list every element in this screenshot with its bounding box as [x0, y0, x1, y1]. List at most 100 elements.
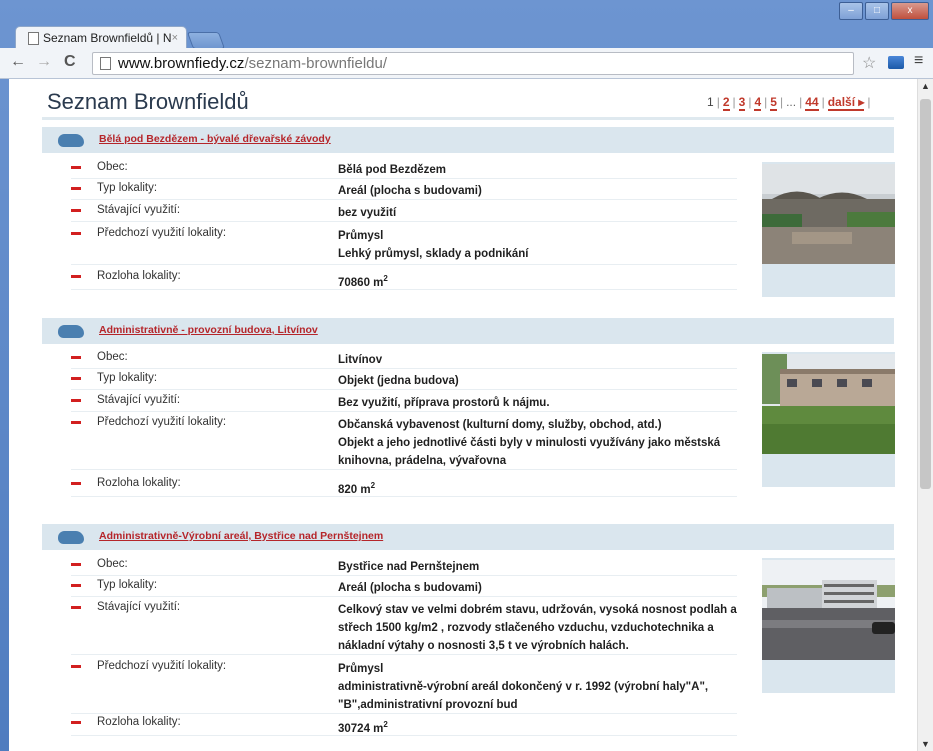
- area-value: 820 m: [338, 483, 371, 496]
- value-obec: Bystřice nad Pernštejnem: [338, 561, 480, 573]
- value-predchozi-type: Občanská vybavenost (kulturní domy, služ…: [338, 419, 662, 431]
- item-title-link[interactable]: Administrativně - provozní budova, Litví…: [99, 324, 318, 336]
- tab-close-icon[interactable]: ×: [172, 27, 178, 49]
- pager-link-2[interactable]: 2: [722, 95, 730, 111]
- pager-next[interactable]: další ▸: [827, 95, 865, 111]
- bullet-dash-icon: [71, 606, 81, 609]
- bullet-dash-icon: [71, 584, 81, 587]
- url-text: www.brownfiedy.cz/seznam-brownfieldu/: [118, 53, 387, 74]
- value-obec: Litvínov: [338, 354, 383, 366]
- locality-photo[interactable]: [762, 354, 895, 454]
- label-typ: Typ lokality:: [97, 372, 158, 384]
- page-icon: [100, 57, 111, 70]
- address-bar[interactable]: www.brownfiedy.cz/seznam-brownfieldu/: [92, 52, 854, 75]
- scroll-thumb[interactable]: [920, 99, 931, 489]
- label-typ: Typ lokality:: [97, 182, 158, 194]
- detail-row-rozloha: Rozloha lokality: 30724 m2: [71, 713, 737, 736]
- reload-icon[interactable]: C: [64, 53, 76, 71]
- value-obec: Bělá pod Bezdězem: [338, 164, 446, 176]
- value-typ: Areál (plocha s budovami): [338, 582, 482, 594]
- bookmark-star-icon[interactable]: ☆: [862, 53, 876, 73]
- pager-link-5[interactable]: 5: [770, 95, 777, 111]
- new-tab-button[interactable]: [186, 32, 226, 49]
- pager-link-4[interactable]: 4: [754, 95, 762, 111]
- value-stavajici: Bez využití, příprava prostorů k nájmu.: [338, 397, 550, 409]
- detail-row-typ: Typ lokality: Areál (plocha s budovami): [71, 576, 737, 597]
- label-rozloha: Rozloha lokality:: [97, 270, 181, 282]
- detail-row-predchozi: Předchozí využití lokality: Průmysl admini…: [71, 657, 737, 714]
- scroll-up-icon[interactable]: ▲: [921, 81, 930, 91]
- bullet-dash-icon: [71, 356, 81, 359]
- bullet-dash-icon: [71, 166, 81, 169]
- detail-row-predchozi: Předchozí využití lokality: Občanská vyba…: [71, 413, 737, 470]
- value-predchozi-type: Průmysl: [338, 663, 384, 675]
- menu-icon[interactable]: ≡: [914, 52, 923, 70]
- label-stavajici: Stávající využití:: [97, 204, 181, 216]
- url-host: www.brownfiedy.cz: [118, 55, 245, 72]
- detail-row-stavajici: Stávající využití: Celkový stav ve velmi …: [71, 598, 737, 655]
- forward-icon[interactable]: →: [36, 53, 52, 71]
- tab-title: Seznam Brownfieldů | N: [43, 31, 172, 45]
- pager-link-3[interactable]: 3: [738, 95, 746, 111]
- pager-current: 1: [707, 95, 714, 109]
- map-region-icon: [58, 531, 84, 544]
- label-predchozi: Předchozí využití lokality:: [97, 660, 227, 672]
- bullet-dash-icon: [71, 482, 81, 485]
- photo-image: [762, 560, 895, 660]
- detail-row-typ: Typ lokality: Objekt (jedna budova): [71, 369, 737, 390]
- value-rozloha: 30724 m2: [338, 716, 738, 738]
- detail-row-rozloha: Rozloha lokality: 70860 m2: [71, 267, 737, 290]
- title-divider: [42, 117, 894, 120]
- label-obec: Obec:: [97, 351, 128, 363]
- close-window-button[interactable]: x: [891, 2, 929, 20]
- label-predchozi: Předchozí využití lokality:: [97, 227, 227, 239]
- bullet-dash-icon: [71, 721, 81, 724]
- value-typ: Areál (plocha s budovami): [338, 185, 482, 197]
- detail-row-predchozi: Předchozí využití lokality: Průmysl Lehký …: [71, 224, 737, 265]
- minimize-button[interactable]: –: [839, 2, 863, 20]
- extension-icon[interactable]: [888, 56, 904, 69]
- photo-image: [762, 164, 895, 264]
- bullet-dash-icon: [71, 399, 81, 402]
- browser-tab[interactable]: Seznam Brownfieldů | N ×: [15, 26, 187, 49]
- item-header: Administrativně-Výrobní areál, Bystřice …: [42, 524, 894, 550]
- browser-toolbar: ← → C www.brownfiedy.cz/seznam-brownfiel…: [0, 48, 933, 79]
- photo-image: [762, 354, 895, 454]
- area-unit-exponent: 2: [383, 720, 388, 729]
- value-predchozi-detail: administrativně-výrobní areál dokončený …: [338, 681, 709, 711]
- locality-photo[interactable]: [762, 560, 895, 660]
- pager-ellipsis: ...: [786, 95, 797, 109]
- bullet-dash-icon: [71, 377, 81, 380]
- value-rozloha: 70860 m2: [338, 270, 738, 292]
- scroll-down-icon[interactable]: ▼: [921, 739, 930, 749]
- map-region-icon: [58, 134, 84, 147]
- detail-row-typ: Typ lokality: Areál (plocha s budovami): [71, 179, 737, 200]
- item-header: Administrativně - provozní budova, Litví…: [42, 318, 894, 344]
- area-value: 70860 m: [338, 276, 384, 289]
- value-stavajici: bez využití: [338, 207, 397, 219]
- bullet-dash-icon: [71, 187, 81, 190]
- page-viewport: Seznam Brownfieldů 1 | 2 | 3 | 4 | 5 |... | 44 | dalš…: [9, 79, 917, 751]
- window-controls: – □ x: [839, 2, 929, 20]
- bullet-dash-icon: [71, 209, 81, 212]
- maximize-button[interactable]: □: [865, 2, 889, 20]
- detail-row-obec: Obec: Bystřice nad Pernštejnem: [71, 555, 737, 576]
- pager-link-last[interactable]: 44: [805, 95, 819, 111]
- label-obec: Obec:: [97, 558, 128, 570]
- label-rozloha: Rozloha lokality:: [97, 477, 181, 489]
- value-predchozi-type: Průmysl: [338, 230, 384, 242]
- locality-photo[interactable]: [762, 164, 895, 264]
- item-title-link[interactable]: Bělá pod Bezdězem - bývalé dřevařské záv…: [99, 133, 331, 145]
- area-unit-exponent: 2: [383, 274, 388, 283]
- detail-row-obec: Obec: Litvínov: [71, 348, 737, 369]
- label-predchozi: Předchozí využití lokality:: [97, 416, 227, 428]
- bullet-dash-icon: [71, 563, 81, 566]
- vertical-scrollbar[interactable]: ▲ ▼: [917, 79, 933, 751]
- back-icon[interactable]: ←: [10, 53, 26, 71]
- map-region-icon: [58, 325, 84, 338]
- page-title: Seznam Brownfieldů: [47, 89, 249, 114]
- detail-row-rozloha: Rozloha lokality: 820 m2: [71, 474, 737, 497]
- area-value: 30724 m: [338, 722, 384, 735]
- item-title-link[interactable]: Administrativně-Výrobní areál, Bystřice …: [99, 530, 383, 542]
- page-icon: [28, 32, 39, 45]
